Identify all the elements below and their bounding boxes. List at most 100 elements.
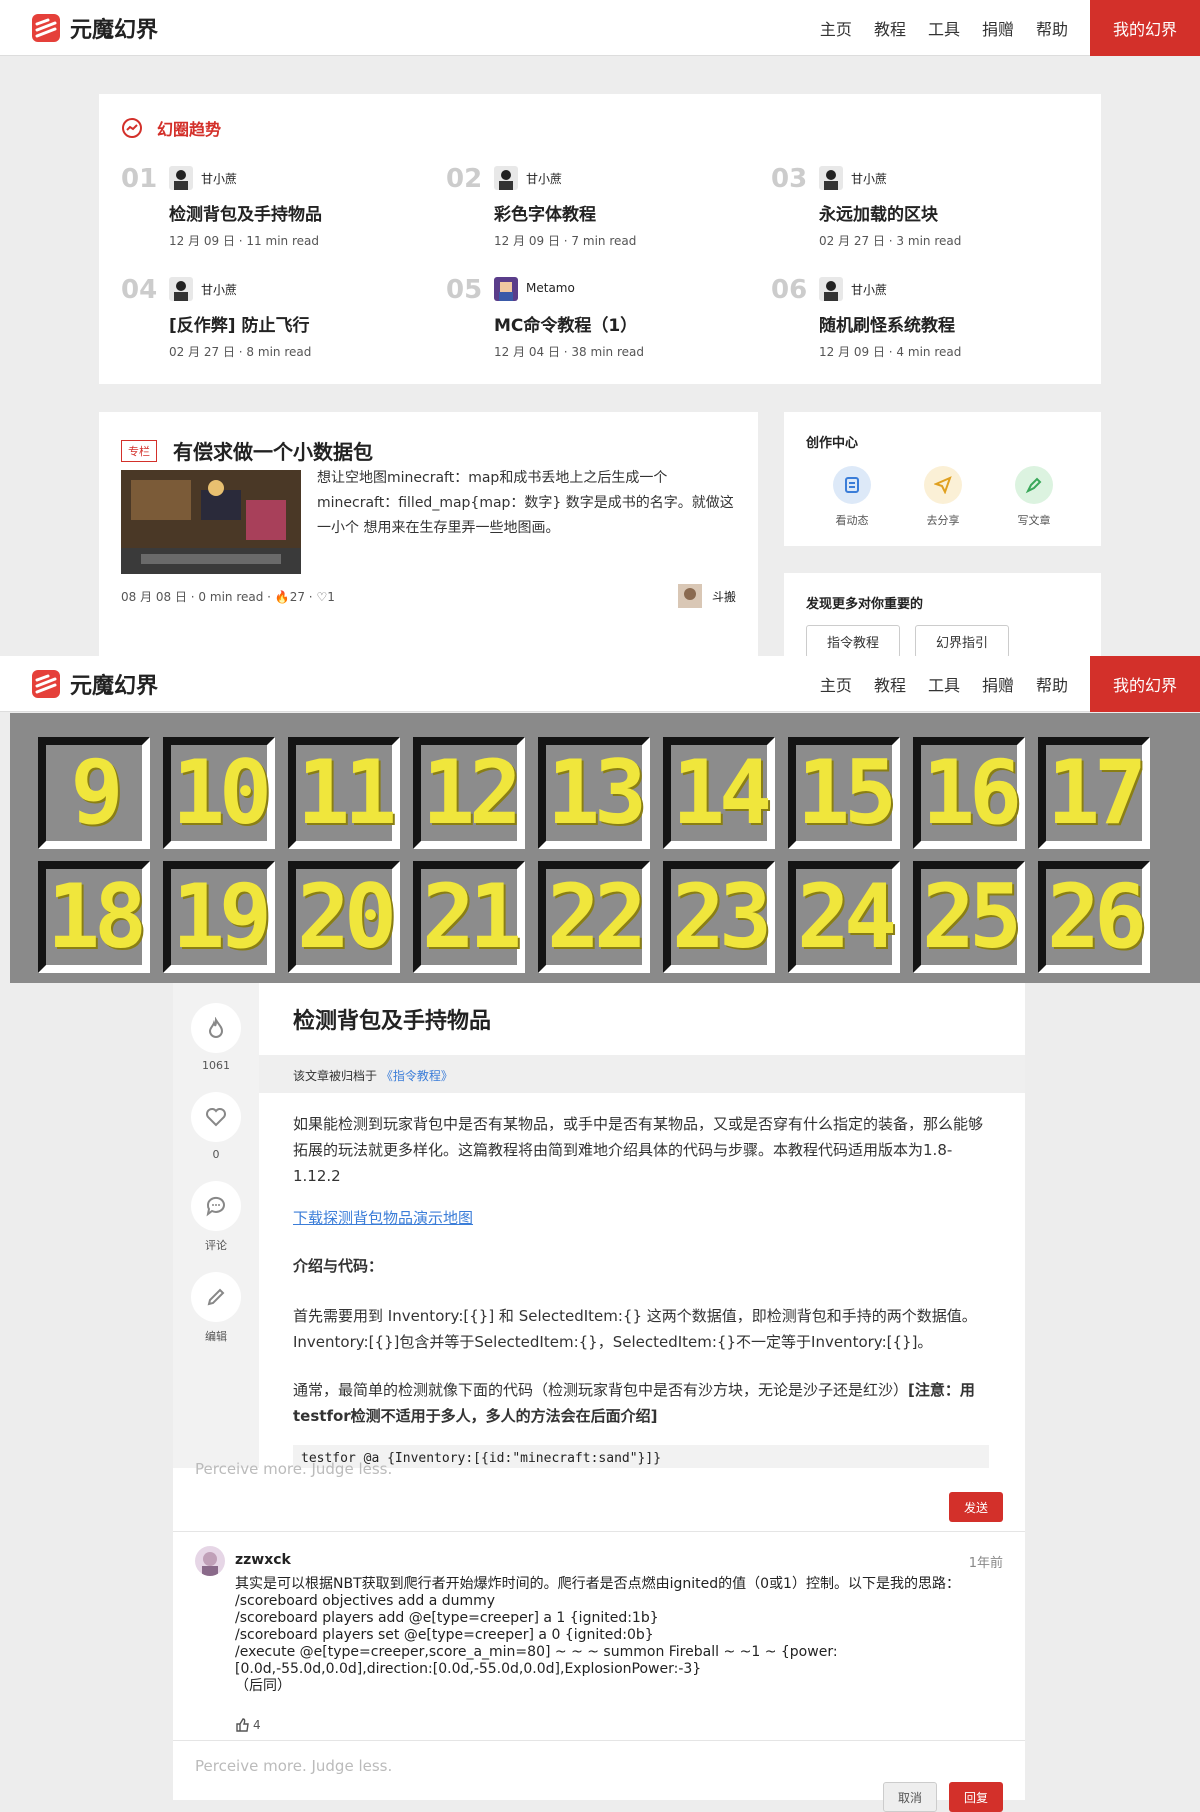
- write-article-button[interactable]: 写文章: [1004, 466, 1064, 528]
- trend-title-text[interactable]: [反作弊] 防止飞行: [169, 311, 309, 336]
- slot-number: 15: [788, 737, 900, 849]
- paragraph-text: 通常，最简单的检测就像下面的代码（检测玩家背包中是否有沙方块，无论是沙子还是红沙…: [293, 1381, 909, 1399]
- trend-title-text[interactable]: 永远加载的区块: [819, 200, 938, 225]
- slot-number: 24: [788, 861, 900, 973]
- trend-meta: 02 月 27 日 · 8 min read: [169, 345, 312, 359]
- trend-item[interactable]: 04 甘小蔗 [反作弊] 防止飞行 02 月 27 日 · 8 min read: [121, 275, 421, 375]
- trend-item[interactable]: 05 Metamo MC命令教程（1） 12 月 04 日 · 38 min r…: [446, 275, 746, 375]
- avatar: [494, 166, 518, 190]
- comment-like-count: 4: [253, 1718, 261, 1732]
- pen-icon: [1015, 466, 1053, 504]
- comment-line: /scoreboard players set @e[type=creeper]…: [235, 1627, 654, 1643]
- article-title: 检测背包及手持物品: [293, 1009, 492, 1034]
- trend-item[interactable]: 02 甘小蔗 彩色字体教程 12 月 09 日 · 7 min read: [446, 164, 746, 264]
- nav-help[interactable]: 帮助: [1036, 16, 1068, 40]
- site-logo[interactable]: 元魔幻界: [30, 12, 158, 44]
- trend-item[interactable]: 06 甘小蔗 随机刷怪系统教程 12 月 09 日 · 4 min read: [771, 275, 1071, 375]
- post-card[interactable]: 专栏 有偿求做一个小数据包 想让空地图minecraft：map和成书丢地上之后…: [99, 412, 758, 656]
- nav-tools[interactable]: 工具: [928, 16, 960, 40]
- comment-button[interactable]: 评论: [190, 1181, 242, 1253]
- slot-number: 13: [538, 737, 650, 849]
- send-button[interactable]: 发送: [949, 1492, 1003, 1522]
- likes-count: 0: [212, 1148, 220, 1161]
- column-tag: 专栏: [121, 440, 157, 462]
- trend-author[interactable]: 甘小蔗: [201, 170, 237, 187]
- comment-input[interactable]: Perceive more. Judge less.: [173, 1460, 1025, 1532]
- comment-time: 1年前: [968, 1556, 1003, 1571]
- nav-tutorials[interactable]: 教程: [874, 672, 906, 696]
- trend-item[interactable]: 03 甘小蔗 永远加载的区块 02 月 27 日 · 3 min read: [771, 164, 1071, 264]
- post-title[interactable]: 有偿求做一个小数据包: [173, 436, 373, 465]
- trend-rank: 05: [446, 275, 483, 305]
- slot-number: 14: [663, 737, 775, 849]
- chip-command-tutorial[interactable]: 指令教程: [806, 625, 901, 656]
- heart-icon: [191, 1092, 241, 1142]
- nav-tutorials[interactable]: 教程: [874, 16, 906, 40]
- trend-icon: [122, 118, 142, 138]
- article-intro: 如果能检测到玩家背包中是否有某物品，或手中是否有某物品，又或是否穿有什么指定的装…: [293, 1115, 984, 1185]
- nav-donate[interactable]: 捐赠: [982, 672, 1014, 696]
- comment-line: /scoreboard players add @e[type=creeper]…: [235, 1610, 659, 1626]
- archive-prefix: 该文章被归档于: [293, 1069, 378, 1083]
- views-count: 1061: [202, 1059, 230, 1072]
- avatar: [819, 166, 843, 190]
- post-description: 想让空地图minecraft：map和成书丢地上之后生成一个minecraft：…: [317, 470, 734, 536]
- trend-title-text[interactable]: MC命令教程（1）: [494, 311, 637, 336]
- comment-like-button[interactable]: 4: [235, 1718, 261, 1732]
- comment-line: /execute @e[type=creeper,score_a_min=80]…: [235, 1644, 838, 1677]
- trend-meta: 02 月 27 日 · 3 min read: [819, 234, 962, 248]
- action-label: 写文章: [1017, 514, 1051, 527]
- trend-title-text[interactable]: 随机刷怪系统教程: [819, 311, 955, 336]
- main-nav: 主页 教程 工具 捐赠 帮助: [798, 0, 1068, 56]
- avatar: [169, 166, 193, 190]
- views-button[interactable]: 1061: [190, 1003, 242, 1072]
- my-world-button[interactable]: 我的幻界: [1090, 656, 1200, 712]
- trend-title-text[interactable]: 彩色字体教程: [494, 200, 596, 225]
- like-button[interactable]: 0: [190, 1092, 242, 1161]
- discover-title: 发现更多对你重要的: [806, 597, 924, 612]
- slot-number: 17: [1038, 737, 1150, 849]
- my-world-button[interactable]: 我的幻界: [1090, 0, 1200, 56]
- comment-username[interactable]: zzwxck: [235, 1552, 291, 1568]
- trend-author[interactable]: 甘小蔗: [201, 281, 237, 298]
- post-meta: 08 月 08 日 · 0 min read · 🔥27 · ♡1: [121, 590, 335, 604]
- slot-number: 12: [413, 737, 525, 849]
- trend-rank: 06: [771, 275, 808, 305]
- edit-button[interactable]: 编辑: [190, 1272, 242, 1344]
- main-nav: 主页 教程 工具 捐赠 帮助: [798, 656, 1068, 712]
- share-button[interactable]: 去分享: [913, 466, 973, 528]
- reply-button[interactable]: 回复: [949, 1782, 1003, 1812]
- slot-number: 23: [663, 861, 775, 973]
- nav-tools[interactable]: 工具: [928, 672, 960, 696]
- post-thumbnail[interactable]: [121, 470, 301, 574]
- logo-icon: [32, 670, 60, 698]
- thumbs-up-icon: [236, 1718, 249, 1732]
- chip-world-guide[interactable]: 幻界指引: [915, 625, 1010, 656]
- nav-help[interactable]: 帮助: [1036, 672, 1068, 696]
- trend-author[interactable]: Metamo: [526, 281, 575, 295]
- post-author[interactable]: 斗搬: [677, 584, 736, 608]
- fire-icon: [191, 1003, 241, 1053]
- download-map-link[interactable]: 下载探测背包物品演示地图: [293, 1205, 993, 1231]
- top-header: 元魔幻界 主页 教程 工具 捐赠 帮助 我的幻界: [0, 0, 1200, 56]
- trend-title-text[interactable]: 检测背包及手持物品: [169, 200, 322, 225]
- archive-link[interactable]: 《指令教程》: [381, 1069, 453, 1083]
- comment-placeholder: Perceive more. Judge less.: [195, 1460, 393, 1478]
- nav-home[interactable]: 主页: [820, 672, 852, 696]
- slot-number: 19: [163, 861, 275, 973]
- article-paragraph: 通常，最简单的检测就像下面的代码（检测玩家背包中是否有沙方块，无论是沙子还是红沙…: [293, 1377, 993, 1429]
- nav-home[interactable]: 主页: [820, 16, 852, 40]
- trend-author[interactable]: 甘小蔗: [526, 170, 562, 187]
- trend-item[interactable]: 01 甘小蔗 检测背包及手持物品 12 月 09 日 · 11 min read: [121, 164, 421, 264]
- trend-author[interactable]: 甘小蔗: [851, 170, 887, 187]
- cancel-button[interactable]: 取消: [883, 1782, 937, 1812]
- trend-author[interactable]: 甘小蔗: [851, 281, 887, 298]
- avatar: [819, 277, 843, 301]
- slot-number: 25: [913, 861, 1025, 973]
- view-feed-button[interactable]: 看动态: [822, 466, 882, 528]
- brand-name: 元魔幻界: [70, 18, 159, 43]
- nav-donate[interactable]: 捐赠: [982, 16, 1014, 40]
- comment-icon: [191, 1181, 241, 1231]
- site-logo[interactable]: 元魔幻界: [30, 668, 158, 700]
- action-label: 看动态: [835, 514, 869, 527]
